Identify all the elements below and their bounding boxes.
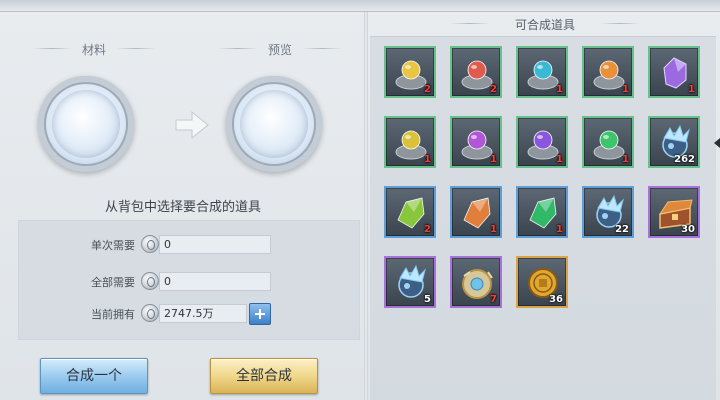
inventory-item-slot[interactable]: 1 — [516, 116, 568, 168]
item-count: 5 — [424, 294, 431, 305]
materials-title: 材料 — [32, 41, 156, 58]
item-count: 1 — [556, 224, 563, 235]
silver-coin-icon — [141, 304, 159, 322]
craft-all-button[interactable]: 全部合成 — [210, 358, 318, 394]
single-cost-label: 单次需要 — [91, 239, 135, 252]
inventory-item-slot[interactable]: 36 — [516, 256, 568, 308]
inventory-item-slot[interactable]: 5 — [384, 256, 436, 308]
item-count: 36 — [549, 294, 563, 305]
inventory-item-slot[interactable]: 30 — [648, 186, 700, 238]
title-ornament-line — [32, 48, 72, 49]
arrow-right-icon — [175, 110, 209, 140]
item-count: 22 — [615, 224, 629, 235]
owned-row: 当前拥有 2747.5万 — [19, 303, 361, 325]
craftable-items-title: 可合成道具 — [370, 16, 720, 33]
cost-info-box: 单次需要 0 全部需要 0 当前拥有 2747.5万 — [18, 220, 360, 340]
top-decorative-band — [0, 0, 720, 12]
item-count: 1 — [556, 154, 563, 165]
title-ornament-line — [218, 48, 258, 49]
inventory-item-slot[interactable]: 1 — [450, 186, 502, 238]
item-count: 1 — [688, 84, 695, 95]
inventory-item-slot[interactable]: 1 — [516, 46, 568, 98]
item-count: 7 — [490, 294, 497, 305]
inventory-item-slot[interactable]: 7 — [450, 256, 502, 308]
craft-one-button[interactable]: 合成一个 — [40, 358, 148, 394]
item-count: 262 — [674, 154, 695, 165]
title-ornament-line — [302, 48, 342, 49]
total-cost-value: 0 — [159, 272, 271, 291]
inventory-item-slot[interactable]: 2 — [384, 46, 436, 98]
total-cost-row: 全部需要 0 — [19, 271, 361, 293]
inventory-item-slot[interactable]: 262 — [648, 116, 700, 168]
title-ornament-line — [116, 48, 156, 49]
item-count: 30 — [681, 224, 695, 235]
preview-slot — [226, 76, 322, 172]
item-count: 1 — [490, 154, 497, 165]
material-slot[interactable] — [38, 76, 134, 172]
add-currency-button[interactable] — [249, 303, 271, 325]
owned-value: 2747.5万 — [159, 304, 247, 323]
inventory-item-slot[interactable]: 1 — [450, 116, 502, 168]
craftable-items-panel: 可合成道具 2 2 1 1 1 1 1 1 1 262 2 1 1 22 30 5 7 36 — [370, 12, 720, 400]
item-count: 1 — [490, 224, 497, 235]
item-count: 1 — [622, 154, 629, 165]
inventory-item-slot[interactable]: 2 — [450, 46, 502, 98]
title-ornament-line — [450, 23, 490, 24]
item-count: 2 — [424, 224, 431, 235]
silver-coin-icon — [141, 272, 159, 290]
inventory-item-slot[interactable]: 1 — [582, 46, 634, 98]
select-item-hint: 从背包中选择要合成的道具 — [104, 200, 261, 215]
single-cost-value: 0 — [159, 235, 271, 254]
single-cost-row: 单次需要 0 — [19, 234, 361, 256]
item-count: 1 — [622, 84, 629, 95]
side-collapse-arrow-icon[interactable] — [714, 138, 720, 148]
item-count: 2 — [424, 84, 431, 95]
silver-coin-icon — [141, 235, 159, 253]
inventory-item-slot[interactable]: 1 — [516, 186, 568, 238]
owned-label: 当前拥有 — [91, 308, 135, 321]
crafting-panel: 材料 预览 从背包中选择要合成的道具 单次需要 0 全部需要 0 当前拥有 27… — [8, 14, 360, 396]
inventory-item-slot[interactable]: 1 — [582, 116, 634, 168]
inventory-item-slot[interactable]: 1 — [648, 46, 700, 98]
inventory-item-slot[interactable]: 22 — [582, 186, 634, 238]
item-count: 2 — [490, 84, 497, 95]
item-count: 1 — [556, 84, 563, 95]
preview-title: 预览 — [218, 41, 342, 58]
title-ornament-line — [600, 23, 640, 24]
inventory-item-slot[interactable]: 1 — [384, 116, 436, 168]
item-count: 1 — [424, 154, 431, 165]
panel-divider — [364, 12, 368, 400]
total-cost-label: 全部需要 — [91, 276, 135, 289]
inventory-item-slot[interactable]: 2 — [384, 186, 436, 238]
